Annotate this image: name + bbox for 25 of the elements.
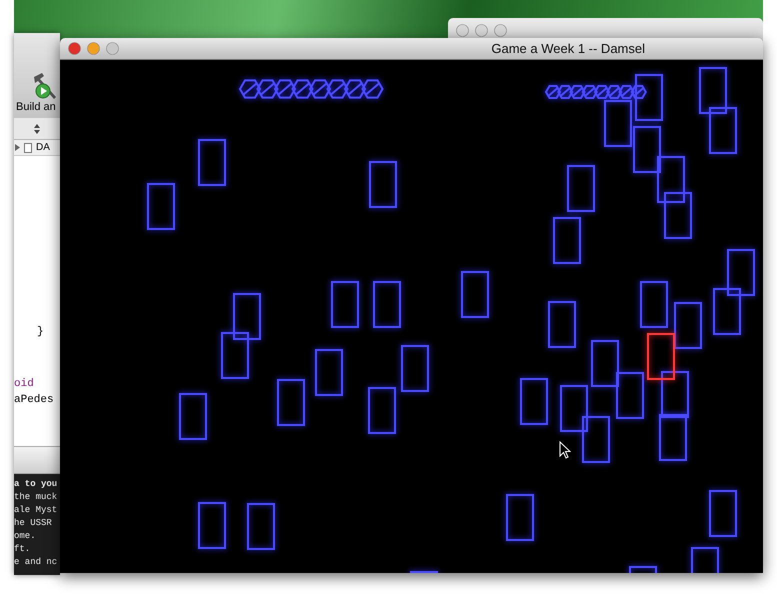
console-line: a to you <box>14 478 58 491</box>
stepper-icon[interactable] <box>34 124 40 134</box>
window-control-icon[interactable] <box>494 24 507 36</box>
console-line: the muck <box>14 491 58 504</box>
file-name: DA <box>36 142 50 154</box>
toolbar-label: Build an <box>16 101 56 114</box>
file-row[interactable]: DA <box>14 140 60 156</box>
window-control-icon[interactable] <box>68 42 81 55</box>
window-control-icon[interactable] <box>456 24 469 36</box>
code-line: oid <box>14 377 35 392</box>
console-line: ome. <box>14 530 37 543</box>
window-title: Game a Week 1 -- Damsel <box>491 40 645 58</box>
window-control-icon[interactable] <box>87 42 100 55</box>
file-icon <box>24 142 32 152</box>
window-control-icon[interactable] <box>106 42 119 55</box>
code-line: aPedes <box>14 393 55 408</box>
code-line: } <box>36 325 45 340</box>
mouse-pointer-icon <box>559 441 571 459</box>
disclosure-icon[interactable] <box>15 144 20 151</box>
window-control-icon[interactable] <box>475 24 488 36</box>
console-line: ale Myst <box>14 504 58 517</box>
console-line: ft. <box>14 543 32 556</box>
console-line: he USSR <box>14 517 53 530</box>
divider-bar <box>14 446 60 474</box>
console-line: e and nc <box>14 556 58 569</box>
